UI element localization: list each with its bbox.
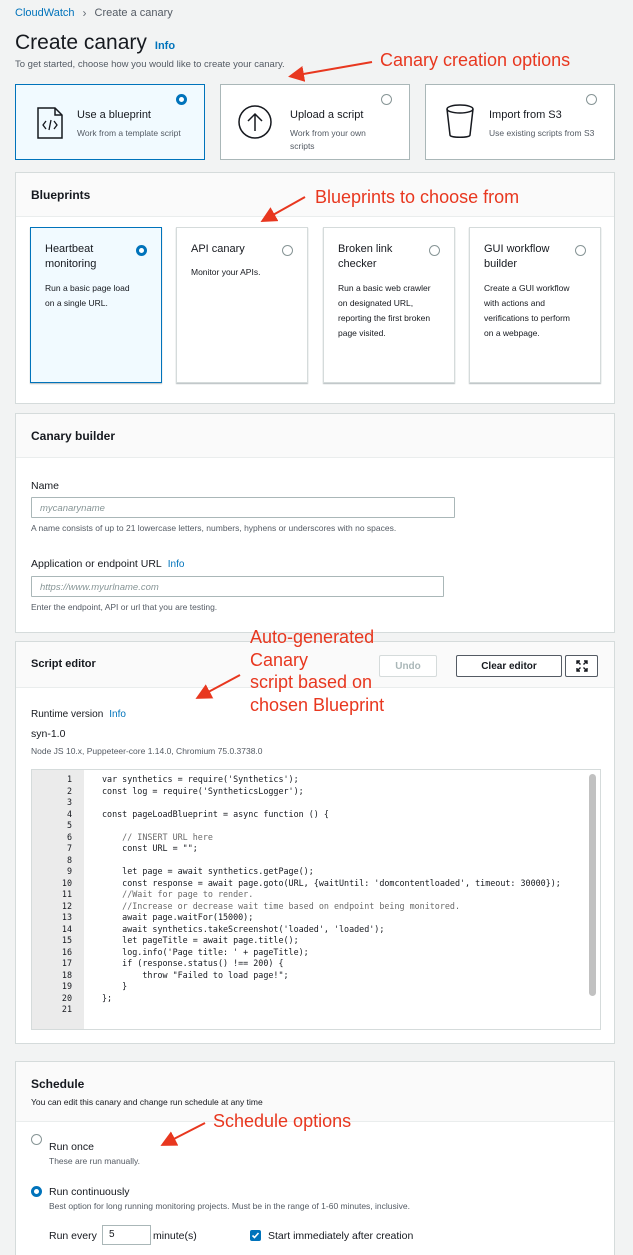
- annotation-blueprints: Blueprints to choose from: [315, 187, 520, 207]
- annotation-schedule: Schedule options: [213, 1111, 352, 1131]
- annotation-line: chosen Blueprint: [250, 694, 385, 715]
- annotation-autogen: Auto-generated Canary script based on ch…: [250, 626, 384, 716]
- arrow-schedule: [160, 1122, 206, 1146]
- annotation-line: Canary: [250, 649, 309, 670]
- annotation-line: Auto-generated: [250, 627, 375, 647]
- arrow-script: [195, 674, 241, 699]
- arrow-creation: [288, 61, 373, 82]
- annotation-creation: Canary creation options: [380, 50, 571, 70]
- annotation-line: script based on: [250, 672, 373, 692]
- arrow-blueprints: [260, 196, 306, 222]
